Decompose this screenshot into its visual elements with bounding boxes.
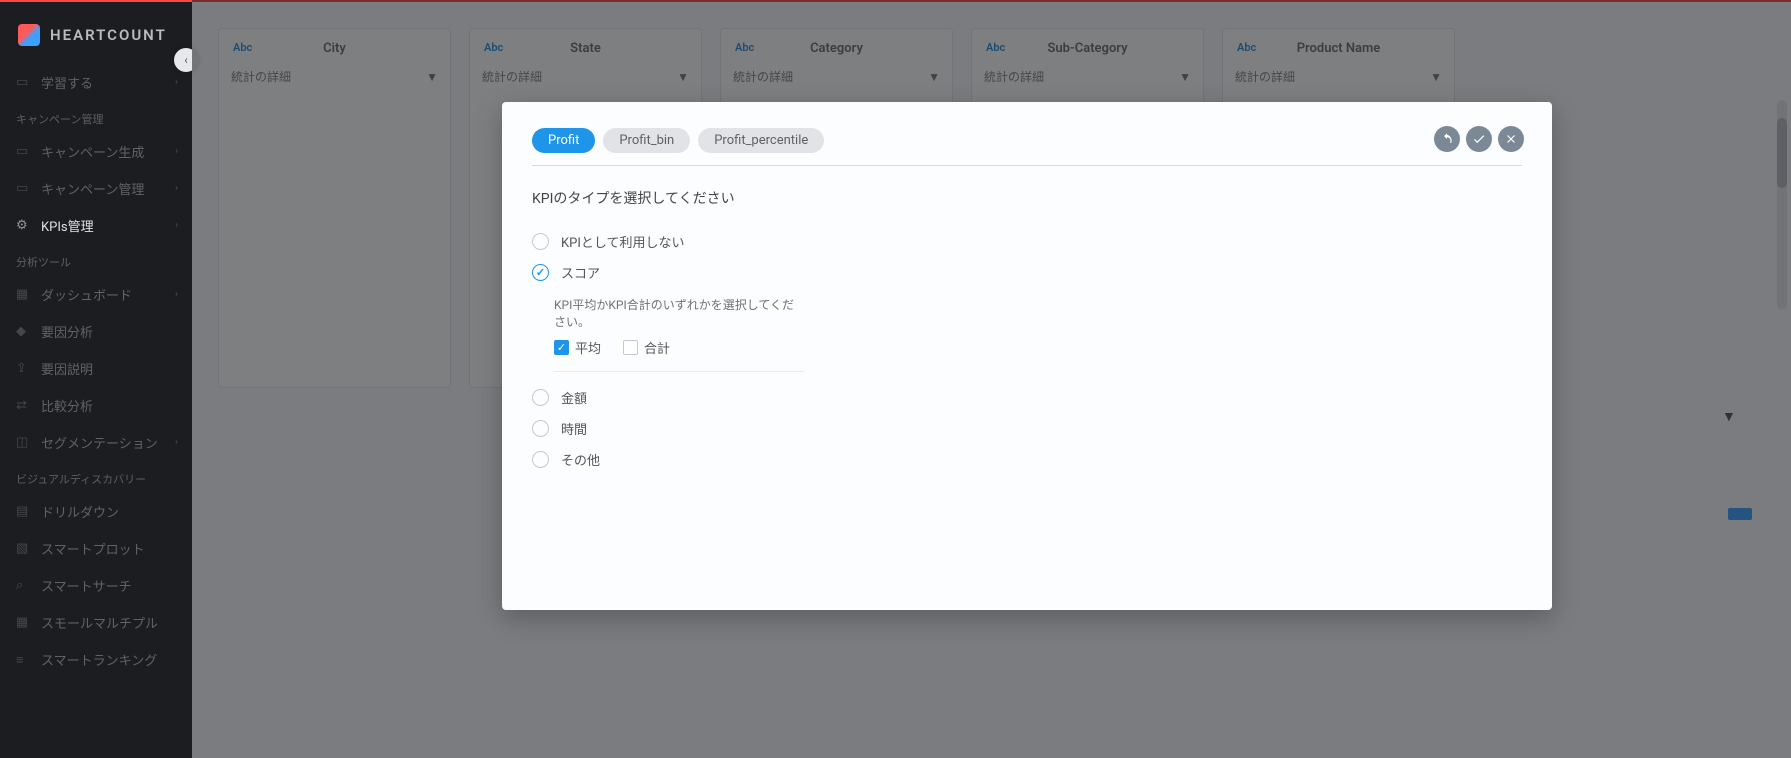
brand-text: HEARTCOUNT xyxy=(50,26,167,44)
checkbox-checked-icon: ✓ xyxy=(554,340,569,355)
radio-icon xyxy=(532,389,549,406)
share-icon: ⇪ xyxy=(16,361,31,376)
kpi-option-amount[interactable]: 金額 xyxy=(532,382,1522,413)
checkbox-label: 合計 xyxy=(644,338,670,357)
chevron-right-icon: › xyxy=(175,220,178,231)
chevron-right-icon: › xyxy=(175,289,178,300)
nav-label: KPIs管理 xyxy=(41,216,94,235)
modal-actions xyxy=(1434,126,1524,152)
close-icon xyxy=(1504,132,1518,146)
book-icon: ▭ xyxy=(16,75,31,90)
radio-label: その他 xyxy=(561,450,600,469)
sidebar: HEARTCOUNT ‹ ▭ 学習する › キャンペーン管理 ▭ キャンペーン生… xyxy=(0,0,192,758)
radio-icon xyxy=(532,420,549,437)
main-area: Abc City 統計の詳細 ▼ Abc State 統計の詳細 ▼ Abc C… xyxy=(192,0,1791,758)
plot-icon: ▧ xyxy=(16,541,31,556)
kpi-option-score[interactable]: スコア xyxy=(532,257,1522,288)
nav-section-visual: ビジュアルディスカバリー xyxy=(0,461,192,493)
nav-small-multiple[interactable]: ▦ スモールマルチプル xyxy=(0,604,192,641)
chevron-right-icon: › xyxy=(175,437,178,448)
segment-icon: ◫ xyxy=(16,435,31,450)
search-icon: ⌕ xyxy=(16,578,31,593)
nav-section-analysis: 分析ツール xyxy=(0,244,192,276)
nav-learn[interactable]: ▭ 学習する › xyxy=(0,64,192,101)
nav-label: スマートサーチ xyxy=(41,576,132,595)
nav-smart-search[interactable]: ⌕ スマートサーチ xyxy=(0,567,192,604)
radio-label: KPIとして利用しない xyxy=(561,232,685,251)
close-button[interactable] xyxy=(1498,126,1524,152)
gear-icon: ⚙ xyxy=(16,218,31,233)
chevron-left-icon: ‹ xyxy=(184,53,188,67)
nav-label: ドリルダウン xyxy=(41,502,119,521)
compare-icon: ⇄ xyxy=(16,398,31,413)
pill-tabs: Profit Profit_bin Profit_percentile xyxy=(532,128,1522,153)
kpi-option-none[interactable]: KPIとして利用しない xyxy=(532,226,1522,257)
nav-dashboard[interactable]: ▦ ダッシュボード › xyxy=(0,276,192,313)
kpi-option-time[interactable]: 時間 xyxy=(532,413,1522,444)
nav-label: スマートプロット xyxy=(41,539,145,558)
kpi-type-modal: Profit Profit_bin Profit_percentile KPIの… xyxy=(502,102,1552,610)
nav-label: スモールマルチプル xyxy=(41,613,158,632)
radio-label: 時間 xyxy=(561,419,587,438)
undo-button[interactable] xyxy=(1434,126,1460,152)
kpi-option-other[interactable]: その他 xyxy=(532,444,1522,475)
nav-label: 要因分析 xyxy=(41,322,93,341)
brand-logo[interactable]: HEARTCOUNT xyxy=(0,14,192,64)
nav-smart-plot[interactable]: ▧ スマートプロット xyxy=(0,530,192,567)
modal-section-title: KPIのタイプを選択してください xyxy=(532,188,1522,208)
nav-label: キャンペーン生成 xyxy=(41,142,144,161)
nav-label: スマートランキング xyxy=(41,650,157,669)
radio-label: 金額 xyxy=(561,388,587,407)
nav-section-campaign: キャンペーン管理 xyxy=(0,101,192,133)
folder-icon: ▭ xyxy=(16,144,31,159)
nav-smart-ranking[interactable]: ≡ スマートランキング xyxy=(0,641,192,678)
chevron-right-icon: › xyxy=(175,146,178,157)
nav-compare[interactable]: ⇄ 比較分析 xyxy=(0,387,192,424)
dashboard-icon: ▦ xyxy=(16,287,31,302)
score-sub-options: KPI平均かKPI合計のいずれかを選択してください。 ✓ 平均 合計 xyxy=(554,296,804,372)
grid-icon: ▦ xyxy=(16,615,31,630)
checkbox-icon xyxy=(623,340,638,355)
folder-icon: ▭ xyxy=(16,181,31,196)
sub-hint: KPI平均かKPI合計のいずれかを選択してください。 xyxy=(554,296,804,330)
nav-campaign-manage[interactable]: ▭ キャンペーン管理 › xyxy=(0,170,192,207)
nav-label: 学習する xyxy=(41,73,93,92)
nav-kpis[interactable]: ⚙ KPIs管理 › xyxy=(0,207,192,244)
nav-label: 要因説明 xyxy=(41,359,93,378)
confirm-button[interactable] xyxy=(1466,126,1492,152)
radio-label: スコア xyxy=(561,263,600,282)
pill-profit[interactable]: Profit xyxy=(532,128,595,153)
rank-icon: ≡ xyxy=(16,652,31,667)
chevron-right-icon: › xyxy=(175,77,178,88)
nav-label: 比較分析 xyxy=(41,396,93,415)
nav-label: キャンペーン管理 xyxy=(41,179,144,198)
checkbox-label: 平均 xyxy=(575,338,601,357)
checkbox-sum[interactable]: 合計 xyxy=(623,338,670,357)
nav-label: セグメンテーション xyxy=(41,433,158,452)
nav-drilldown[interactable]: ▤ ドリルダウン xyxy=(0,493,192,530)
check-icon xyxy=(1472,132,1486,146)
radio-icon xyxy=(532,451,549,468)
pill-profit-bin[interactable]: Profit_bin xyxy=(603,128,690,153)
pill-profit-percentile[interactable]: Profit_percentile xyxy=(698,128,824,153)
undo-icon xyxy=(1440,132,1454,146)
nav-segmentation[interactable]: ◫ セグメンテーション › xyxy=(0,424,192,461)
diamond-icon: ◆ xyxy=(16,324,31,339)
nav-factor-explain[interactable]: ⇪ 要因説明 xyxy=(0,350,192,387)
checkbox-average[interactable]: ✓ 平均 xyxy=(554,338,601,357)
chevron-right-icon: › xyxy=(175,183,178,194)
radio-icon xyxy=(532,233,549,250)
logo-mark-icon xyxy=(18,24,40,46)
nav-label: ダッシュボード xyxy=(41,285,132,304)
nav-campaign-create[interactable]: ▭ キャンペーン生成 › xyxy=(0,133,192,170)
modal-divider xyxy=(532,165,1522,166)
radio-selected-icon xyxy=(532,264,549,281)
drill-icon: ▤ xyxy=(16,504,31,519)
nav-factor-analysis[interactable]: ◆ 要因分析 xyxy=(0,313,192,350)
